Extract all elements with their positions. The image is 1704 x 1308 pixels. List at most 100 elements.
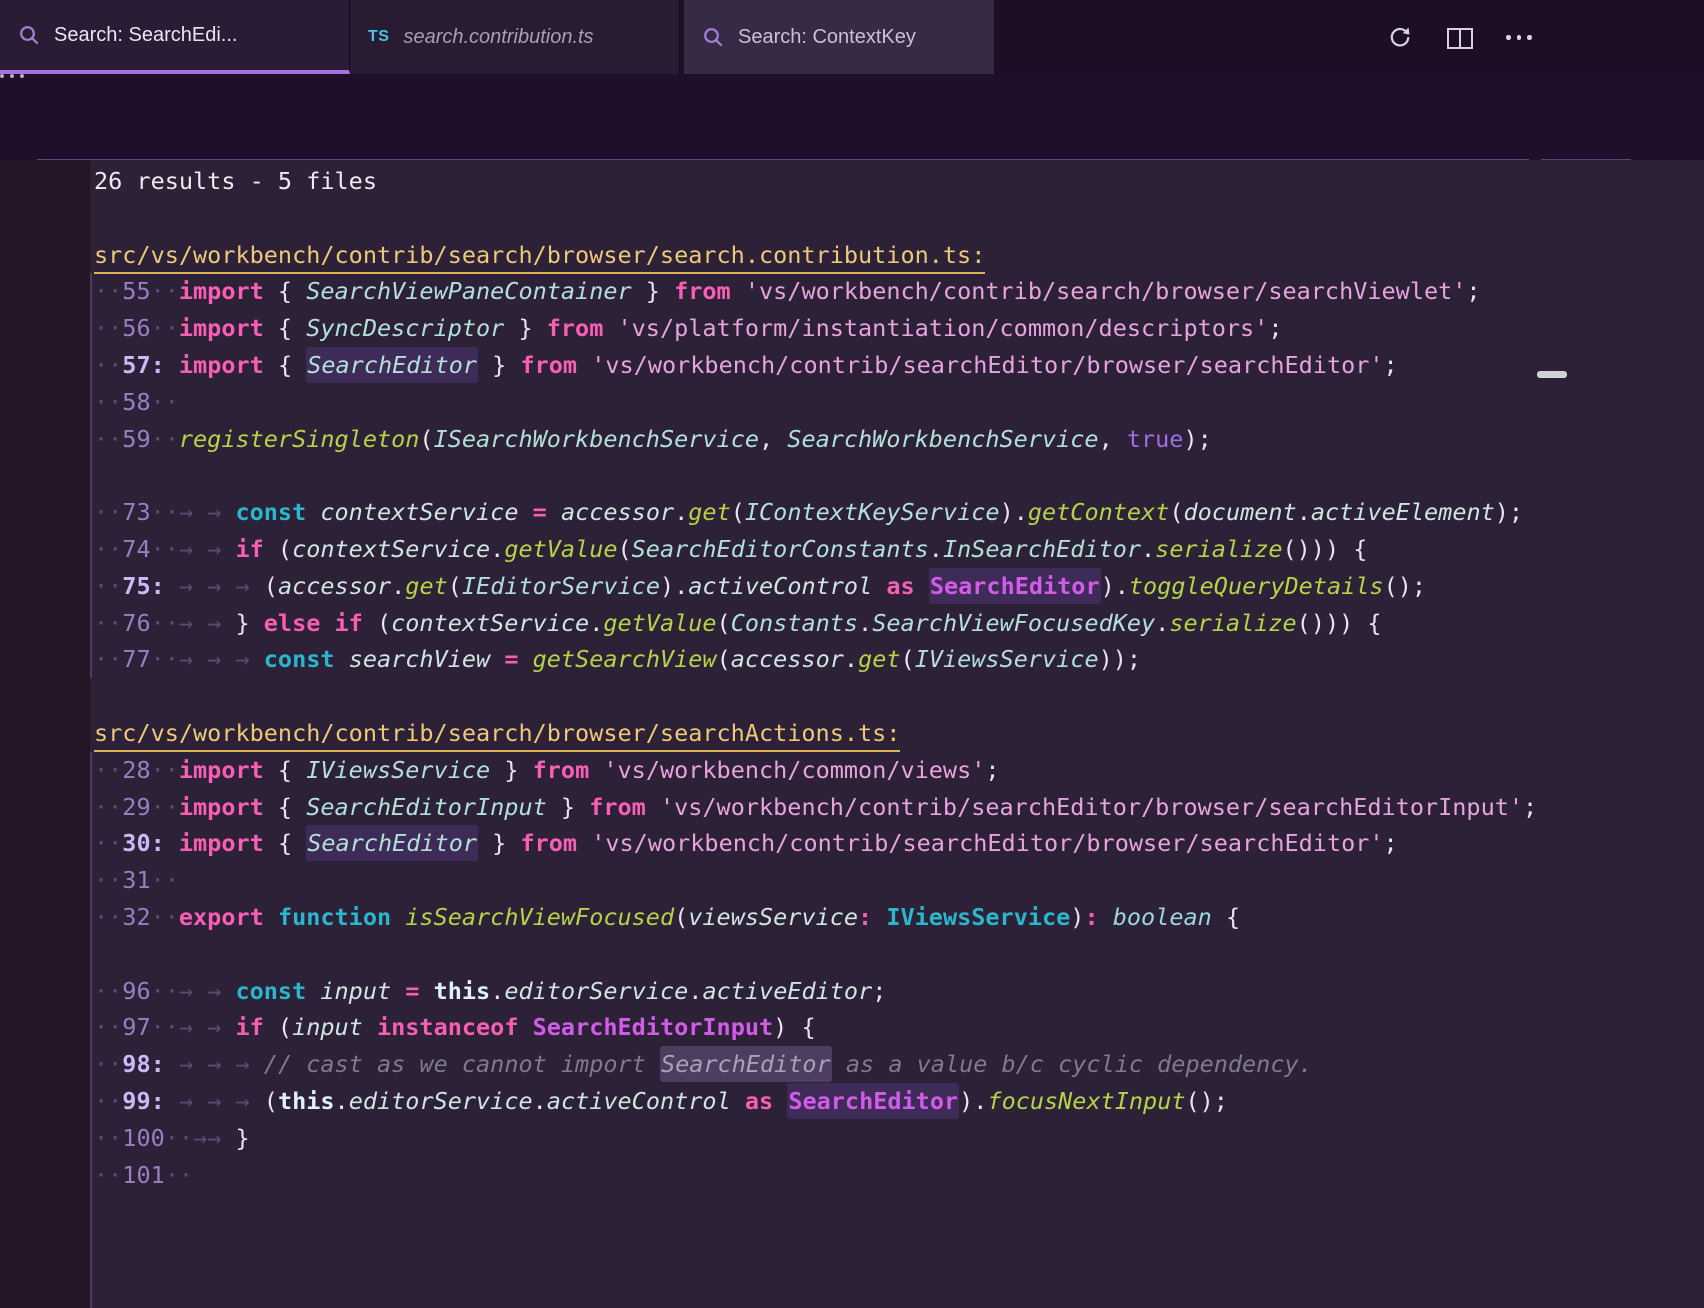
token: IContextKeyService xyxy=(745,498,1000,526)
token: activeControl xyxy=(547,1087,731,1115)
match-highlight: SearchEditor xyxy=(306,347,478,383)
result-line[interactable]: ··74··→ → if (contextService.getValue(Se… xyxy=(0,531,1704,568)
result-line[interactable]: ··96··→ → const input = this.editorServi… xyxy=(0,973,1704,1010)
result-line[interactable]: ··73··→ → const contextService = accesso… xyxy=(0,494,1704,531)
result-line[interactable]: ··75: → → → (accessor.get(IEditorService… xyxy=(0,568,1704,605)
result-line[interactable]: ··101·· xyxy=(0,1157,1704,1194)
match-highlight: SearchEditor xyxy=(306,825,478,861)
tab-search-searcheditor[interactable]: Search: SearchEdi... xyxy=(0,0,350,74)
tab-label: Search: ContextKey xyxy=(738,26,916,49)
token: } xyxy=(504,314,546,342)
split-editor-icon[interactable] xyxy=(1447,28,1473,49)
result-line[interactable]: ··56··import { SyncDescriptor } from 'vs… xyxy=(0,310,1704,347)
result-line[interactable]: ··99: → → → (this.editorService.activeCo… xyxy=(0,1083,1704,1120)
whitespace-dots: ·· xyxy=(94,314,122,342)
result-line[interactable]: ··97··→ → if (input instanceof SearchEdi… xyxy=(0,1009,1704,1046)
result-line[interactable]: ··58·· xyxy=(0,384,1704,421)
token: input xyxy=(292,1013,363,1041)
token: 'vs/workbench/common/views' xyxy=(603,756,985,784)
token: ( xyxy=(363,609,391,637)
result-line[interactable]: ··98: → → → // cast as we cannot import … xyxy=(0,1046,1704,1083)
token: . xyxy=(1141,535,1155,563)
token: accessor xyxy=(731,645,844,673)
file-path-text: src/vs/workbench/contrib/search/browser/… xyxy=(94,719,900,752)
whitespace-dots: ·· xyxy=(94,903,122,931)
result-line[interactable]: ··30: import { SearchEditor } from 'vs/w… xyxy=(0,825,1704,862)
token: 'vs/workbench/contrib/searchEditor/brows… xyxy=(660,793,1523,821)
token xyxy=(165,829,179,857)
token: input xyxy=(320,977,391,1005)
file-path[interactable]: src/vs/workbench/contrib/search/browser/… xyxy=(0,715,1704,752)
token: ( xyxy=(264,1013,292,1041)
result-line[interactable]: ··57: import { SearchEditor } from 'vs/w… xyxy=(0,347,1704,384)
token: = xyxy=(504,645,518,673)
search-editor-window: { "tabs": [ {"label": "Search: SearchEdi… xyxy=(0,0,1704,1308)
more-actions-icon[interactable] xyxy=(1506,35,1532,40)
token: )); xyxy=(1099,645,1141,673)
result-line[interactable]: ··29··import { SearchEditorInput } from … xyxy=(0,789,1704,826)
token: viewsService xyxy=(688,903,858,931)
tab-search-contribution-ts[interactable]: TS search.contribution.ts xyxy=(350,0,680,74)
token: . xyxy=(490,535,504,563)
token: → → xyxy=(179,535,236,563)
token: function xyxy=(278,903,391,931)
whitespace-dots: ·· xyxy=(94,572,122,600)
tab-bar: Search: SearchEdi... TS search.contribut… xyxy=(0,0,1704,74)
more-search-actions-icon[interactable] xyxy=(0,74,1704,78)
file-path[interactable]: src/vs/workbench/contrib/search/browser/… xyxy=(0,237,1704,274)
token: contextService xyxy=(320,498,518,526)
token: const xyxy=(264,645,335,673)
whitespace-dots: ·· xyxy=(94,425,122,453)
token: . xyxy=(858,609,872,637)
whitespace-dots: ·· xyxy=(151,1013,179,1041)
result-line[interactable]: ··77··→ → → const searchView = getSearch… xyxy=(0,641,1704,678)
token xyxy=(335,645,349,673)
token: . xyxy=(589,609,603,637)
token: , xyxy=(1099,425,1127,453)
result-line[interactable]: ··32··export function isSearchViewFocuse… xyxy=(0,899,1704,936)
line-number: 100 xyxy=(122,1124,164,1152)
token: → → → xyxy=(179,572,264,600)
overview-ruler-marker[interactable] xyxy=(1537,371,1567,378)
token: ( xyxy=(717,609,731,637)
whitespace-dots: ·· xyxy=(94,1050,122,1078)
refresh-icon[interactable] xyxy=(1387,25,1413,51)
tab-search-contextkey[interactable]: Search: ContextKey xyxy=(684,0,994,74)
token xyxy=(518,498,532,526)
token: import xyxy=(179,829,264,857)
result-line[interactable]: ··28··import { IViewsService } from 'vs/… xyxy=(0,752,1704,789)
whitespace-dots: ·· xyxy=(94,866,122,894)
token: SearchEditorConstants xyxy=(632,535,929,563)
token: import xyxy=(179,277,264,305)
whitespace-dots: ·· xyxy=(94,609,122,637)
result-line[interactable]: ··59··registerSingleton(ISearchWorkbench… xyxy=(0,421,1704,458)
whitespace-dots: ·· xyxy=(151,977,179,1005)
line-number: 56 xyxy=(122,314,150,342)
token: get xyxy=(688,498,730,526)
token xyxy=(518,645,532,673)
token: . xyxy=(490,977,504,1005)
result-line[interactable]: ··76··→ → } else if (contextService.getV… xyxy=(0,605,1704,642)
token: searchView xyxy=(349,645,490,673)
token: import xyxy=(179,756,264,784)
token: if xyxy=(335,609,363,637)
token: get xyxy=(858,645,900,673)
token: editorService xyxy=(504,977,688,1005)
line-number-match: 75: xyxy=(122,572,164,600)
result-line[interactable]: ··31·· xyxy=(0,862,1704,899)
token: IViewsService xyxy=(886,903,1070,931)
result-line[interactable]: ··55··import { SearchViewPaneContainer }… xyxy=(0,273,1704,310)
token: getValue xyxy=(603,609,716,637)
whitespace-dots: ·· xyxy=(151,609,179,637)
search-results-editor[interactable]: 26 results - 5 filessrc/vs/workbench/con… xyxy=(0,160,1704,1308)
token: → → xyxy=(179,977,236,1005)
token: activeElement xyxy=(1311,498,1495,526)
result-line[interactable]: ··100··→→ } xyxy=(0,1120,1704,1157)
token: this xyxy=(278,1087,335,1115)
token: → → → xyxy=(179,1087,264,1115)
token: : xyxy=(1084,903,1098,931)
search-icon xyxy=(18,24,40,46)
whitespace-dots: ·· xyxy=(151,277,179,305)
token: import xyxy=(179,314,264,342)
token xyxy=(264,903,278,931)
